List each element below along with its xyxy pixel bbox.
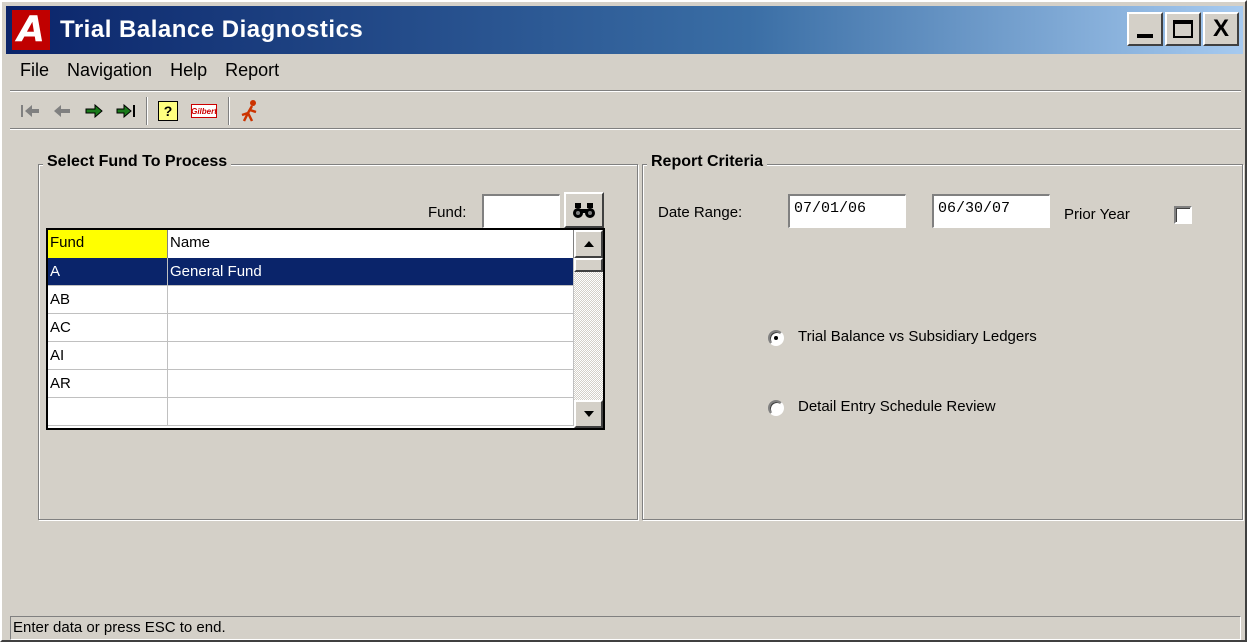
detail-entry-option-label[interactable]: Detail Entry Schedule Review <box>798 398 996 415</box>
title-bar[interactable]: A Trial Balance Diagnostics X <box>6 6 1243 54</box>
scroll-thumb[interactable] <box>574 258 603 272</box>
scroll-up-button[interactable] <box>574 230 603 258</box>
cell-name <box>168 370 574 398</box>
prior-year-checkbox[interactable] <box>1174 206 1192 224</box>
help-icon[interactable]: ? <box>156 99 180 123</box>
table-row[interactable]: AI <box>48 342 603 370</box>
toolbar: ? Gilbert <box>10 90 1241 130</box>
column-header-name[interactable]: Name <box>168 230 574 258</box>
fund-panel-title: Select Fund To Process <box>43 153 232 171</box>
cell-name <box>168 314 574 342</box>
maximize-icon <box>1173 20 1193 38</box>
fund-search-input[interactable] <box>482 194 560 228</box>
logo-text: Gilbert <box>191 104 217 118</box>
table-row[interactable]: A General Fund <box>48 258 603 286</box>
previous-record-icon[interactable] <box>50 99 74 123</box>
trial-balance-radio[interactable] <box>768 330 784 346</box>
cell-fund: AB <box>48 286 168 314</box>
grid-scrollbar[interactable] <box>574 230 603 428</box>
find-button[interactable] <box>564 192 604 228</box>
menu-file[interactable]: File <box>12 60 59 86</box>
table-row[interactable]: AC <box>48 314 603 342</box>
cell-fund: AC <box>48 314 168 342</box>
date-range-label: Date Range: <box>658 204 743 221</box>
maximize-button[interactable] <box>1165 12 1201 46</box>
fund-search-label: Fund: <box>428 204 467 221</box>
first-record-icon[interactable] <box>18 99 42 123</box>
logo-icon[interactable]: Gilbert <box>188 99 220 123</box>
fund-grid[interactable]: Fund Name A General Fund AB AC AI AR <box>46 228 605 430</box>
cell-fund: A <box>48 258 168 286</box>
close-icon: X <box>1212 15 1229 42</box>
last-record-icon[interactable] <box>114 99 138 123</box>
criteria-panel-title: Report Criteria <box>647 153 768 171</box>
toolbar-separator <box>146 97 148 125</box>
detail-entry-radio[interactable] <box>768 400 784 416</box>
scroll-down-button[interactable] <box>574 400 603 428</box>
next-record-icon[interactable] <box>82 99 106 123</box>
cell-name: General Fund <box>168 258 574 286</box>
prior-year-label: Prior Year <box>1064 206 1130 223</box>
menu-bar: File Navigation Help Report <box>12 60 289 86</box>
trial-balance-option-label[interactable]: Trial Balance vs Subsidiary Ledgers <box>798 328 1037 345</box>
binoculars-icon <box>573 203 595 218</box>
table-row[interactable]: AR <box>48 370 603 398</box>
column-header-fund[interactable]: Fund <box>48 230 168 258</box>
menu-navigation[interactable]: Navigation <box>59 60 162 86</box>
cell-name <box>168 286 574 314</box>
arrow-down-icon <box>583 411 594 417</box>
close-button[interactable]: X <box>1203 12 1239 46</box>
minimize-icon <box>1137 34 1153 38</box>
end-date-input[interactable]: 06/30/07 <box>932 194 1050 228</box>
menu-help[interactable]: Help <box>162 60 217 86</box>
minimize-button[interactable] <box>1127 12 1163 46</box>
grid-header: Fund Name <box>48 230 603 258</box>
app-logo-icon: A <box>12 10 50 50</box>
exit-runner-icon[interactable] <box>238 99 262 123</box>
window-title: Trial Balance Diagnostics <box>60 16 364 43</box>
start-date-input[interactable]: 07/01/06 <box>788 194 906 228</box>
cell-fund: AI <box>48 342 168 370</box>
table-row[interactable] <box>48 398 603 426</box>
status-bar: Enter data or press ESC to end. <box>10 616 1241 640</box>
cell-fund: AR <box>48 370 168 398</box>
table-row[interactable]: AB <box>48 286 603 314</box>
menu-report[interactable]: Report <box>217 60 289 86</box>
arrow-up-icon <box>583 241 594 247</box>
help-glyph: ? <box>158 101 178 121</box>
cell-fund <box>48 398 168 426</box>
app-window: A Trial Balance Diagnostics X File Navig… <box>0 0 1247 642</box>
cell-name <box>168 342 574 370</box>
toolbar-separator <box>228 97 230 125</box>
cell-name <box>168 398 574 426</box>
